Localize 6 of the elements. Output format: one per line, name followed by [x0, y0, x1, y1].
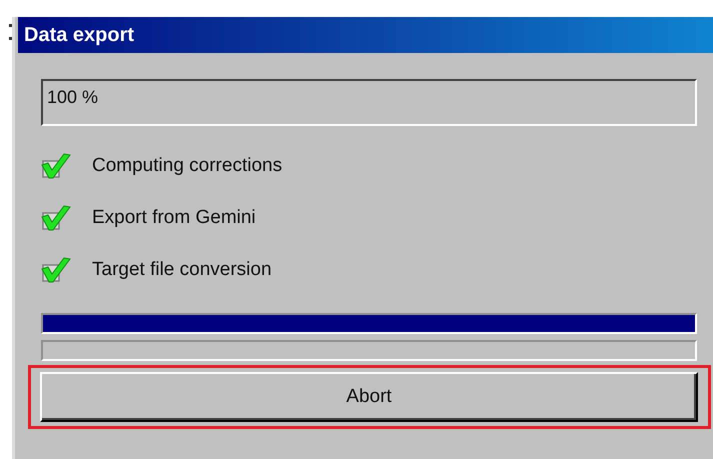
step-label: Target file conversion: [92, 259, 272, 281]
abort-button[interactable]: Abort: [40, 372, 698, 422]
window-title: Data export: [18, 17, 713, 53]
status-field: 100 %: [41, 79, 697, 126]
step-label: Computing corrections: [92, 155, 282, 177]
step-label: Export from Gemini: [92, 207, 256, 229]
